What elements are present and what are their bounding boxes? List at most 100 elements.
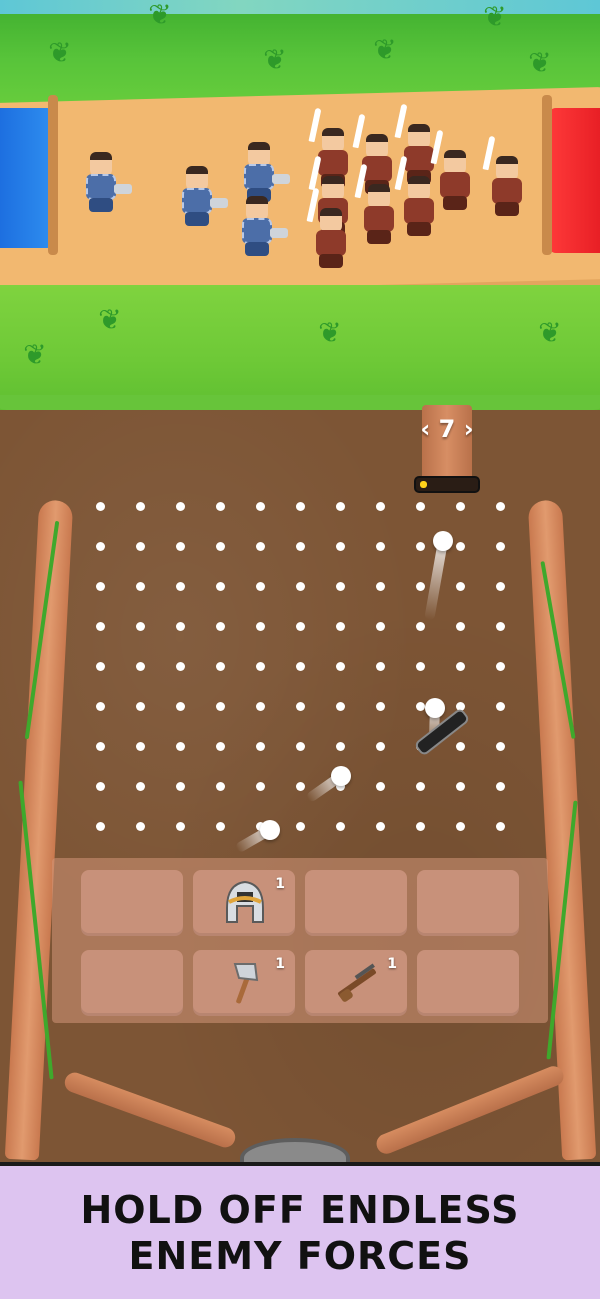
peg (176, 622, 185, 631)
peg (336, 702, 345, 711)
peg (416, 662, 425, 671)
peg (96, 502, 105, 511)
ball (260, 820, 280, 840)
peg (176, 582, 185, 591)
peg (496, 542, 505, 551)
peg (496, 782, 505, 791)
peg (136, 782, 145, 791)
peg (216, 782, 225, 791)
peg (496, 582, 505, 591)
peg (216, 662, 225, 671)
peg (256, 742, 265, 751)
peg (456, 822, 465, 831)
peg (376, 582, 385, 591)
peg (456, 742, 465, 751)
peg (416, 702, 425, 711)
peg (96, 662, 105, 671)
peg (136, 582, 145, 591)
peg (376, 742, 385, 751)
ball (331, 766, 351, 786)
peg (496, 742, 505, 751)
item-slot[interactable]: 1 (193, 950, 295, 1016)
peg (456, 782, 465, 791)
peg (256, 662, 265, 671)
item-slot[interactable] (417, 950, 519, 1016)
peg (336, 502, 345, 511)
peg (336, 822, 345, 831)
item-count: 1 (387, 956, 397, 972)
item-slot[interactable] (81, 870, 183, 936)
peg (136, 742, 145, 751)
ball (433, 531, 453, 551)
peg (216, 502, 225, 511)
peg (376, 542, 385, 551)
peg (176, 822, 185, 831)
item-count: 1 (275, 956, 285, 972)
peg (136, 702, 145, 711)
peg (376, 702, 385, 711)
peg (496, 662, 505, 671)
peg (96, 742, 105, 751)
peg (176, 502, 185, 511)
peg (416, 622, 425, 631)
peg (416, 822, 425, 831)
peg (496, 822, 505, 831)
peg (456, 542, 465, 551)
peg (296, 542, 305, 551)
peg (256, 622, 265, 631)
axe-icon (221, 958, 269, 1008)
item-slot[interactable] (81, 950, 183, 1016)
peg (416, 542, 425, 551)
ball (425, 698, 445, 718)
peg (176, 542, 185, 551)
peg (296, 622, 305, 631)
peg (216, 542, 225, 551)
peg (136, 502, 145, 511)
peg (416, 582, 425, 591)
peg (376, 662, 385, 671)
item-slot[interactable]: 1 (193, 870, 295, 936)
peg (376, 822, 385, 831)
peg (96, 582, 105, 591)
peg (496, 622, 505, 631)
peg (176, 702, 185, 711)
peg (336, 582, 345, 591)
item-slot[interactable] (305, 870, 407, 936)
peg (296, 502, 305, 511)
peg (216, 702, 225, 711)
peg (96, 822, 105, 831)
item-slot[interactable]: 1 (305, 950, 407, 1016)
peg (496, 502, 505, 511)
peg (256, 542, 265, 551)
item-slot[interactable] (417, 870, 519, 936)
peg (296, 742, 305, 751)
peg (176, 782, 185, 791)
peg (136, 622, 145, 631)
peg (456, 582, 465, 591)
peg (256, 702, 265, 711)
peg (336, 662, 345, 671)
item-count: 1 (275, 876, 285, 892)
peg (216, 582, 225, 591)
peg (256, 502, 265, 511)
peg (216, 822, 225, 831)
peg (96, 542, 105, 551)
helmet-icon (221, 878, 269, 928)
peg (416, 502, 425, 511)
peg (176, 742, 185, 751)
peg (376, 502, 385, 511)
peg (216, 622, 225, 631)
peg (96, 622, 105, 631)
promo-banner: HOLD OFF ENDLESS ENEMY FORCES (0, 1162, 600, 1299)
peg (296, 662, 305, 671)
banner-line-1: HOLD OFF ENDLESS (80, 1187, 520, 1232)
peg (136, 542, 145, 551)
banner-line-2: ENEMY FORCES (128, 1233, 472, 1278)
peg (296, 822, 305, 831)
peg (216, 742, 225, 751)
peg (456, 662, 465, 671)
peg (496, 702, 505, 711)
peg (136, 662, 145, 671)
peg (376, 782, 385, 791)
peg (336, 622, 345, 631)
